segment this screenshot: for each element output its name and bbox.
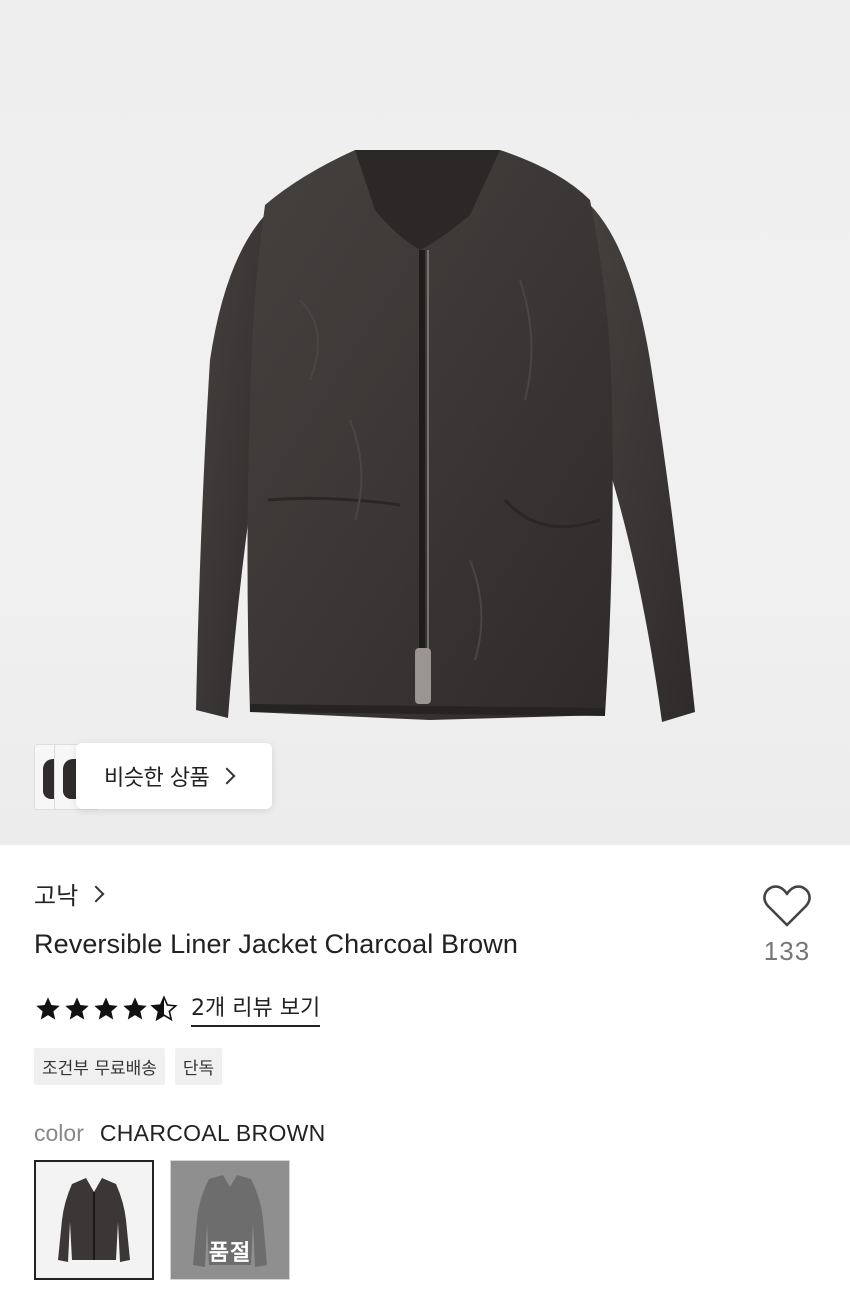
jacket-image <box>196 150 695 722</box>
color-swatch-charcoal-brown[interactable] <box>34 1160 154 1280</box>
color-swatch-grey[interactable]: 품절 <box>170 1160 290 1280</box>
star-half-icon <box>150 994 178 1021</box>
star-rating <box>34 994 179 1023</box>
brand-link[interactable]: 고낙 <box>34 876 105 911</box>
heart-outline-icon <box>763 885 811 927</box>
star-icon <box>94 996 118 1019</box>
product-title: Reversible Liner Jacket Charcoal Brown <box>34 929 519 959</box>
star-icon <box>36 996 60 1019</box>
soldout-label: 품절 <box>208 1241 252 1266</box>
color-row: color CHARCOAL BROWN <box>34 1120 326 1147</box>
rating-row: 2개 리뷰 보기 <box>34 990 321 1027</box>
review-link[interactable]: 2개 리뷰 보기 <box>191 990 321 1027</box>
brand-name: 고낙 <box>34 882 79 910</box>
exclusive-badge: 단독 <box>174 1048 223 1085</box>
like-button[interactable]: 133 <box>758 884 816 967</box>
product-hero-image[interactable] <box>0 0 850 845</box>
star-icon <box>123 996 147 1019</box>
badge-list: 조건부 무료배송 단독 <box>34 1048 232 1085</box>
shipping-badge: 조건부 무료배송 <box>34 1048 165 1085</box>
swatch-jacket-image <box>58 1178 130 1262</box>
chevron-right-icon <box>218 767 236 785</box>
color-key: color <box>34 1120 84 1146</box>
similar-items-button[interactable]: 비슷한 상품 <box>76 743 272 809</box>
similar-items-label: 비슷한 상품 <box>104 766 210 791</box>
star-icon <box>65 996 89 1019</box>
like-count: 133 <box>763 936 811 966</box>
color-value: CHARCOAL BROWN <box>99 1120 326 1146</box>
chevron-right-icon <box>87 885 105 902</box>
